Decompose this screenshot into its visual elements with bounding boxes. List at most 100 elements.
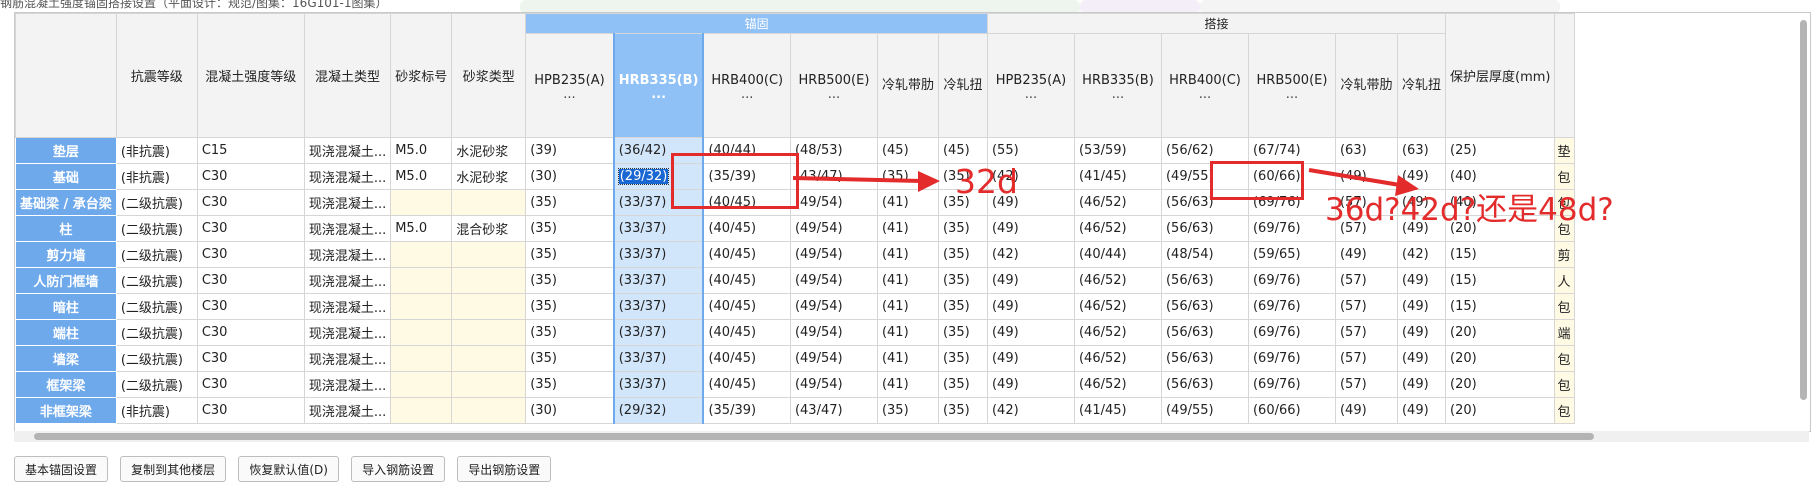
- cell-cover[interactable]: (20): [1444, 397, 1556, 424]
- cell-mortar-type[interactable]: [451, 267, 527, 294]
- cell-lap-hrb335[interactable]: (46/52): [1073, 319, 1162, 346]
- cell-concrete-grade[interactable]: C30: [196, 215, 305, 242]
- cell-anchor-hrb400[interactable]: (40/45): [702, 267, 791, 294]
- cell-anchor-crb[interactable]: (41): [876, 215, 939, 242]
- col-mortar-type[interactable]: 砂浆类型: [451, 13, 527, 138]
- cell-lap-crb[interactable]: (57): [1334, 371, 1398, 398]
- col-lap-ctb[interactable]: 冷轧扭: [1396, 33, 1447, 138]
- cell-anchor-ctb[interactable]: (35): [937, 267, 988, 294]
- cell-anchor-ctb[interactable]: (35): [937, 345, 988, 372]
- cell-anchor-hrb400[interactable]: (40/45): [702, 241, 791, 268]
- restore-defaults-button[interactable]: 恢复默认值(D): [238, 456, 339, 482]
- import-rebar-settings-button[interactable]: 导入钢筋设置: [351, 456, 446, 482]
- cell-cover[interactable]: (15): [1444, 267, 1556, 294]
- cell-anchor-hrb335[interactable]: (33/37): [612, 215, 705, 242]
- cell-concrete-grade[interactable]: C30: [196, 319, 305, 346]
- cell-lap-hpb235[interactable]: (42): [986, 397, 1075, 424]
- row-header[interactable]: 人防门框墙: [15, 267, 117, 294]
- cell-mortar-type[interactable]: [451, 371, 527, 398]
- cell-mortar-grade[interactable]: [390, 189, 453, 216]
- cell-anchor-crb[interactable]: (45): [876, 137, 939, 164]
- cell-concrete-grade[interactable]: C30: [196, 397, 305, 424]
- cell-lap-crb[interactable]: (49): [1334, 241, 1398, 268]
- cell-lap-ctb[interactable]: (42): [1396, 241, 1447, 268]
- cell-anchor-ctb[interactable]: (35): [937, 215, 988, 242]
- cell-note[interactable]: 垫: [1554, 137, 1576, 164]
- cell-anchor-hrb400[interactable]: (40/45): [702, 215, 791, 242]
- cell-cover[interactable]: (20): [1444, 319, 1556, 346]
- cell-anchor-hrb400[interactable]: (40/45): [702, 371, 791, 398]
- cell-lap-hpb235[interactable]: (55): [986, 137, 1075, 164]
- cell-concrete-grade[interactable]: C30: [196, 267, 305, 294]
- col-seismic[interactable]: 抗震等级: [115, 13, 198, 138]
- cell-lap-hrb500[interactable]: (69/76): [1247, 371, 1336, 398]
- cell-anchor-hpb235[interactable]: (35): [525, 345, 615, 372]
- cell-anchor-hrb500[interactable]: (48/53): [789, 137, 878, 164]
- cell-concrete-type[interactable]: 现浇混凝土...: [303, 397, 392, 424]
- cell-anchor-hrb500[interactable]: (49/54): [789, 345, 878, 372]
- table-row[interactable]: 框架梁 (二级抗震) C30 现浇混凝土... (35) (33/37) (40/45) (4…: [15, 371, 1576, 398]
- cell-seismic[interactable]: (二级抗震): [115, 267, 198, 294]
- cell-lap-crb[interactable]: (49): [1334, 397, 1398, 424]
- col-lap-hrb335[interactable]: HRB335(B)...: [1073, 33, 1162, 138]
- cell-anchor-hpb235[interactable]: (35): [525, 293, 615, 320]
- cell-concrete-type[interactable]: 现浇混凝土...: [303, 371, 392, 398]
- cell-anchor-hpb235[interactable]: (35): [525, 267, 615, 294]
- cell-lap-hrb335[interactable]: (40/44): [1073, 241, 1162, 268]
- cell-anchor-crb[interactable]: (41): [876, 319, 939, 346]
- cell-lap-ctb[interactable]: (49): [1396, 163, 1447, 190]
- cell-concrete-type[interactable]: 现浇混凝土...: [303, 345, 392, 372]
- cell-cover[interactable]: (25): [1444, 137, 1556, 164]
- cell-note[interactable]: 包: [1554, 345, 1576, 372]
- basic-anchor-settings-button[interactable]: 基本锚固设置: [14, 456, 109, 482]
- row-header[interactable]: 基础梁 / 承台梁: [15, 189, 117, 216]
- cell-anchor-hrb500[interactable]: (49/54): [789, 371, 878, 398]
- cell-note[interactable]: 端: [1554, 319, 1576, 346]
- cell-lap-hrb400[interactable]: (56/63): [1160, 371, 1249, 398]
- cell-anchor-hrb335[interactable]: (33/37): [612, 293, 705, 320]
- cell-anchor-hrb400[interactable]: (40/45): [702, 319, 791, 346]
- cell-seismic[interactable]: (非抗震): [115, 163, 198, 190]
- cell-concrete-grade[interactable]: C30: [196, 293, 305, 320]
- horizontal-scrollbar[interactable]: [14, 431, 1809, 442]
- cell-concrete-type[interactable]: 现浇混凝土...: [303, 241, 392, 268]
- cell-mortar-grade[interactable]: M5.0: [390, 137, 453, 164]
- cell-concrete-type[interactable]: 现浇混凝土...: [303, 267, 392, 294]
- cell-lap-hrb335[interactable]: (46/52): [1073, 267, 1162, 294]
- cell-anchor-hpb235[interactable]: (35): [525, 241, 615, 268]
- table-row[interactable]: 人防门框墙 (二级抗震) C30 现浇混凝土... (35) (33/37) (40/45)…: [15, 267, 1576, 294]
- cell-lap-hrb500[interactable]: (69/76): [1247, 345, 1336, 372]
- col-anchor-hrb335[interactable]: HRB335(B)...: [612, 33, 705, 138]
- cell-lap-hrb335[interactable]: (46/52): [1073, 371, 1162, 398]
- cell-lap-ctb[interactable]: (63): [1396, 137, 1447, 164]
- cell-anchor-hrb400[interactable]: (40/45): [702, 345, 791, 372]
- cell-concrete-grade[interactable]: C30: [196, 189, 305, 216]
- cell-cover[interactable]: (15): [1444, 241, 1556, 268]
- col-concrete-grade[interactable]: 混凝土强度等级: [196, 13, 305, 138]
- cell-anchor-hrb335[interactable]: (33/37): [612, 267, 705, 294]
- row-header[interactable]: 墙梁: [15, 345, 117, 372]
- cell-anchor-hrb400[interactable]: (40/45): [702, 293, 791, 320]
- cell-lap-hrb335[interactable]: (46/52): [1073, 345, 1162, 372]
- cell-lap-ctb[interactable]: (49): [1396, 267, 1447, 294]
- cell-note[interactable]: 包: [1554, 397, 1576, 424]
- cell-lap-hpb235[interactable]: (49): [986, 293, 1075, 320]
- cell-seismic[interactable]: (二级抗震): [115, 371, 198, 398]
- cell-anchor-hrb335[interactable]: (29/32): [612, 397, 705, 424]
- row-header[interactable]: 非框架梁: [15, 397, 117, 424]
- table-row[interactable]: 非框架梁 (非抗震) C30 现浇混凝土... (30) (29/32) (35/39) (4…: [15, 397, 1576, 424]
- cell-anchor-hrb500[interactable]: (43/47): [789, 397, 878, 424]
- cell-anchor-ctb[interactable]: (35): [937, 293, 988, 320]
- cell-lap-hrb500[interactable]: (69/76): [1247, 293, 1336, 320]
- table-row[interactable]: 端柱 (二级抗震) C30 现浇混凝土... (35) (33/37) (40/45) (49…: [15, 319, 1576, 346]
- table-row[interactable]: 墙梁 (二级抗震) C30 现浇混凝土... (35) (33/37) (40/45) (49…: [15, 345, 1576, 372]
- cell-anchor-hrb500[interactable]: (49/54): [789, 241, 878, 268]
- cell-anchor-hpb235[interactable]: (39): [525, 137, 615, 164]
- cell-lap-ctb[interactable]: (49): [1396, 293, 1447, 320]
- cell-concrete-type[interactable]: 现浇混凝土...: [303, 163, 392, 190]
- cell-lap-hrb500[interactable]: (69/76): [1247, 319, 1336, 346]
- cell-anchor-hrb500[interactable]: (49/54): [789, 215, 878, 242]
- cell-lap-crb[interactable]: (49): [1334, 163, 1398, 190]
- scrollbar-thumb[interactable]: [34, 433, 1594, 440]
- cell-anchor-crb[interactable]: (41): [876, 241, 939, 268]
